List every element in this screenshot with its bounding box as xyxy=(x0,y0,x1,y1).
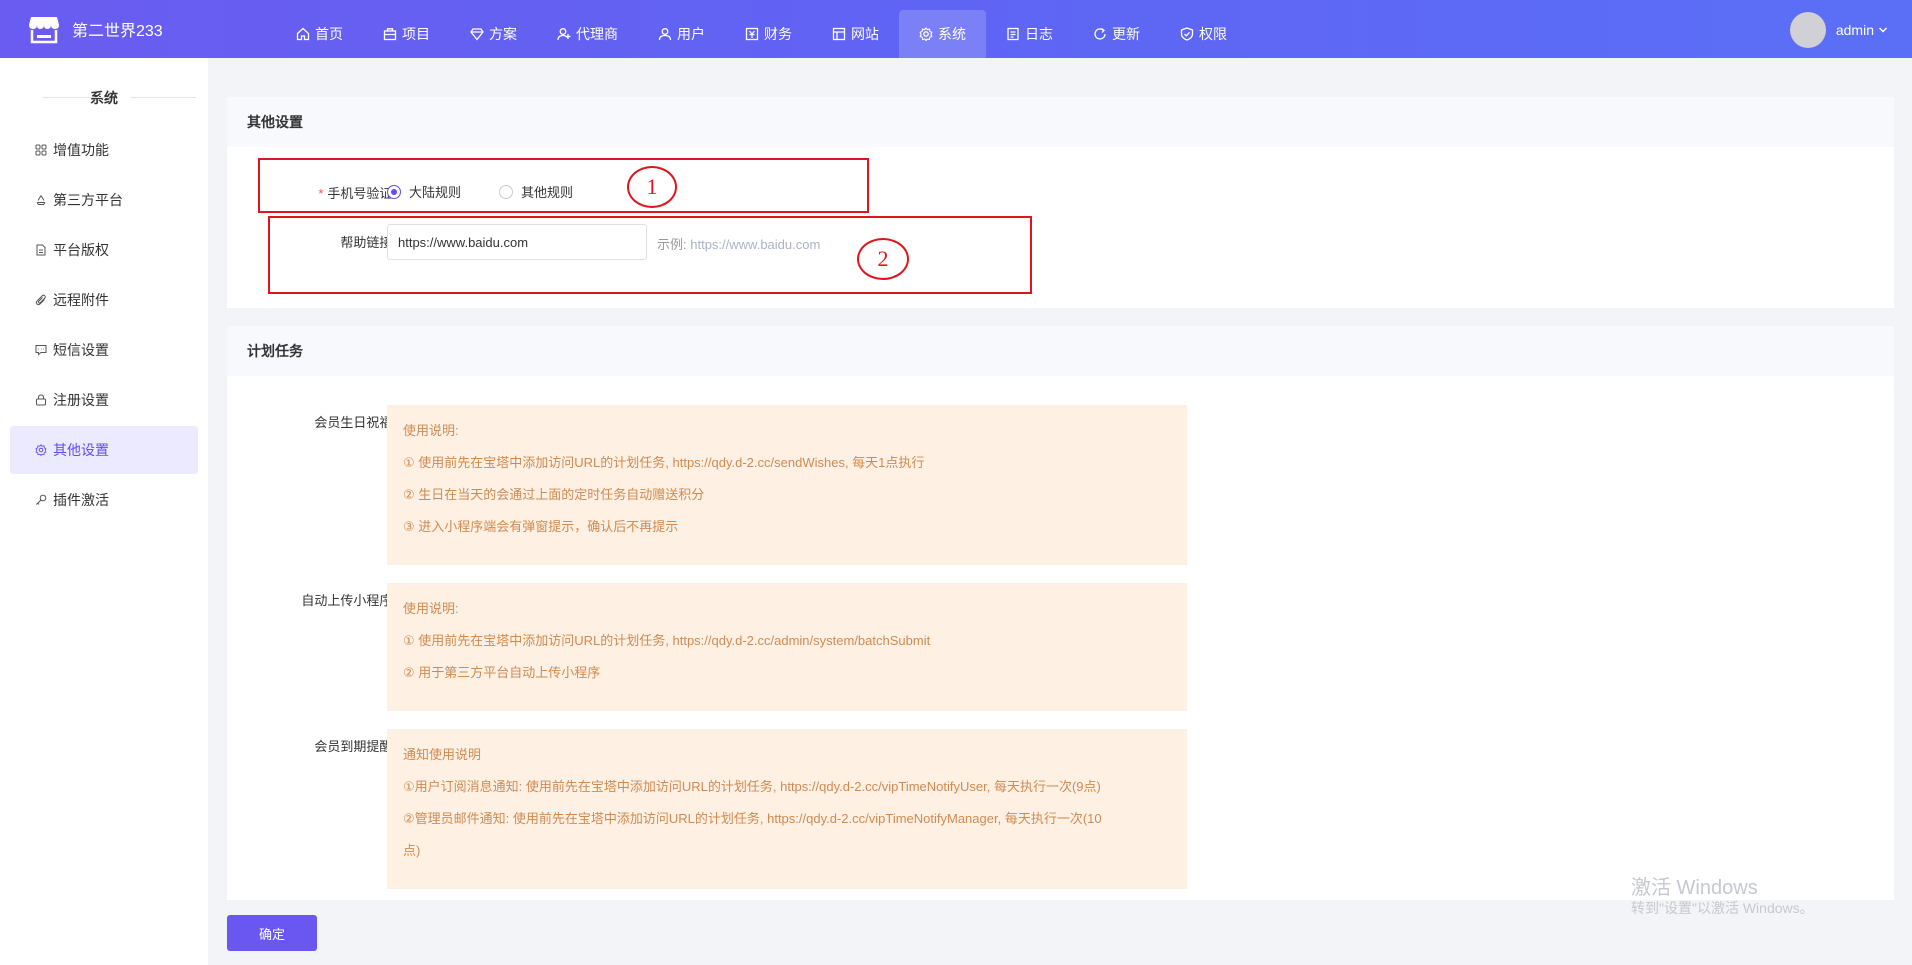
panel-title: 其他设置 xyxy=(227,97,1894,147)
nav-agents[interactable]: 代理商 xyxy=(537,10,638,58)
nav-label: 权限 xyxy=(1199,26,1227,42)
nav-label: 系统 xyxy=(938,26,966,42)
sidebar-item-label: 增值功能 xyxy=(53,142,109,158)
notice-line: 通知使用说明 xyxy=(403,747,482,762)
notice-line: 使用说明: xyxy=(403,423,459,438)
sidebar-item-plugin-activation[interactable]: 插件激活 xyxy=(10,476,198,524)
annotation-box-2 xyxy=(268,216,1032,294)
home-icon xyxy=(296,27,310,41)
sidebar-item-label: 注册设置 xyxy=(53,392,109,408)
annotation-number-1: 1 xyxy=(627,166,677,208)
nav-plans[interactable]: 方案 xyxy=(450,10,537,58)
nav-projects[interactable]: 项目 xyxy=(363,10,450,58)
nav-users[interactable]: 用户 xyxy=(638,10,725,58)
app-name: 第二世界233 xyxy=(72,23,163,40)
nav-home[interactable]: 首页 xyxy=(276,10,363,58)
box-icon xyxy=(383,28,397,41)
users-icon xyxy=(658,28,672,41)
nav-updates[interactable]: 更新 xyxy=(1073,10,1160,58)
nav-label: 日志 xyxy=(1025,26,1053,42)
gear-icon xyxy=(35,444,47,456)
nav-permissions[interactable]: 权限 xyxy=(1160,10,1247,58)
sidebar-item-remote-attachment[interactable]: 远程附件 xyxy=(10,276,198,324)
sidebar-item-label: 短信设置 xyxy=(53,342,109,358)
nav-label: 代理商 xyxy=(576,26,618,42)
windows-watermark-title: 激活 Windows xyxy=(1631,877,1758,899)
annotation-number-2: 2 xyxy=(857,238,909,280)
sidebar-title: 系统 xyxy=(0,88,208,108)
nav-logs[interactable]: 日志 xyxy=(986,10,1073,58)
sidebar-item-label: 插件激活 xyxy=(53,492,109,508)
sidebar-item-third-party[interactable]: 第三方平台 xyxy=(10,176,198,224)
key-icon xyxy=(36,494,47,505)
nav-website[interactable]: 网站 xyxy=(812,10,899,58)
document-icon xyxy=(36,244,46,256)
notice-line: ① 使用前先在宝塔中添加访问URL的计划任务, https://qdy.d-2.… xyxy=(403,455,925,470)
sidebar-item-value-added[interactable]: 增值功能 xyxy=(10,126,198,174)
website-icon xyxy=(832,27,846,41)
nav-finance[interactable]: 财务 xyxy=(725,10,812,58)
avatar[interactable] xyxy=(1789,12,1826,48)
birthday-label: 会员生日祝福: xyxy=(314,415,396,430)
expire-label: 会员到期提醒: xyxy=(314,739,396,754)
notice-line: ②管理员邮件通知: 使用前先在宝塔中添加访问URL的计划任务, https://… xyxy=(403,811,1102,826)
sidebar: 系统 增值功能 第三方平台 平台版权 远程附件 短信设置 注册设置 其他设置 插… xyxy=(0,58,208,965)
sidebar-item-label: 其他设置 xyxy=(53,442,109,458)
nav-label: 财务 xyxy=(764,26,792,42)
confirm-button[interactable]: 确定 xyxy=(227,915,317,951)
log-icon xyxy=(1007,27,1019,41)
sidebar-item-label: 平台版权 xyxy=(53,242,109,258)
notice-line: ① 使用前先在宝塔中添加访问URL的计划任务, https://qdy.d-2.… xyxy=(403,633,931,648)
annotation-box-1 xyxy=(258,158,869,213)
sidebar-item-label: 远程附件 xyxy=(53,292,109,308)
upload-notice: 使用说明: ① 使用前先在宝塔中添加访问URL的计划任务, https://qd… xyxy=(387,583,1187,711)
top-header: 第二世界233 首页 项目 方案 代理商 用户 财务 网站 系统 日志 更新 权… xyxy=(0,0,1912,58)
nav-label: 用户 xyxy=(677,26,705,42)
nav-label: 项目 xyxy=(402,26,430,42)
diamond-icon xyxy=(470,28,484,41)
nav-label: 网站 xyxy=(851,26,879,42)
expire-notice: 通知使用说明 ①用户订阅消息通知: 使用前先在宝塔中添加访问URL的计划任务, … xyxy=(387,729,1187,889)
upload-label: 自动上传小程序: xyxy=(301,593,396,608)
panel-title: 计划任务 xyxy=(227,326,1894,376)
windows-watermark-subtitle: 转到"设置"以激活 Windows。 xyxy=(1631,900,1814,916)
message-icon xyxy=(35,345,47,356)
shield-icon xyxy=(1180,27,1194,41)
gear-icon xyxy=(919,27,933,41)
sidebar-item-label: 第三方平台 xyxy=(53,192,123,208)
notice-line: ② 用于第三方平台自动上传小程序 xyxy=(403,665,601,680)
paperclip-icon xyxy=(35,294,46,306)
store-icon xyxy=(29,17,59,44)
notice-line: ③ 进入小程序端会有弹窗提示，确认后不再提示 xyxy=(403,519,679,534)
sidebar-item-copyright[interactable]: 平台版权 xyxy=(10,226,198,274)
recycle-icon xyxy=(36,195,46,205)
grid-icon xyxy=(35,144,47,156)
logo[interactable]: 第二世界233 xyxy=(28,13,163,45)
sidebar-item-sms[interactable]: 短信设置 xyxy=(10,326,198,374)
nav-label: 更新 xyxy=(1112,26,1140,42)
nav-label: 首页 xyxy=(315,26,343,42)
nav-label: 方案 xyxy=(489,26,517,42)
notice-line: ② 生日在当天的会通过上面的定时任务自动赠送积分 xyxy=(403,487,705,502)
nav-system[interactable]: 系统 xyxy=(899,10,986,58)
notice-line: ①用户订阅消息通知: 使用前先在宝塔中添加访问URL的计划任务, https:/… xyxy=(403,779,1101,794)
sidebar-menu: 增值功能 第三方平台 平台版权 远程附件 短信设置 注册设置 其他设置 插件激活 xyxy=(10,126,198,526)
lock-icon xyxy=(36,394,46,406)
scheduled-tasks-panel: 计划任务 会员生日祝福: 使用说明: ① 使用前先在宝塔中添加访问URL的计划任… xyxy=(227,326,1894,900)
agent-icon xyxy=(557,28,571,41)
birthday-notice: 使用说明: ① 使用前先在宝塔中添加访问URL的计划任务, https://qd… xyxy=(387,405,1187,565)
notice-line: 点) xyxy=(403,843,421,858)
finance-icon xyxy=(745,27,759,41)
refresh-icon xyxy=(1094,27,1106,40)
chevron-down-icon xyxy=(1878,27,1888,33)
username: admin xyxy=(1835,22,1874,38)
notice-line: 使用说明: xyxy=(403,601,459,616)
user-menu[interactable]: admin xyxy=(1789,12,1888,48)
sidebar-item-register[interactable]: 注册设置 xyxy=(10,376,198,424)
main-nav: 首页 项目 方案 代理商 用户 财务 网站 系统 日志 更新 权限 xyxy=(276,10,1247,58)
sidebar-item-other-settings[interactable]: 其他设置 xyxy=(10,426,198,474)
